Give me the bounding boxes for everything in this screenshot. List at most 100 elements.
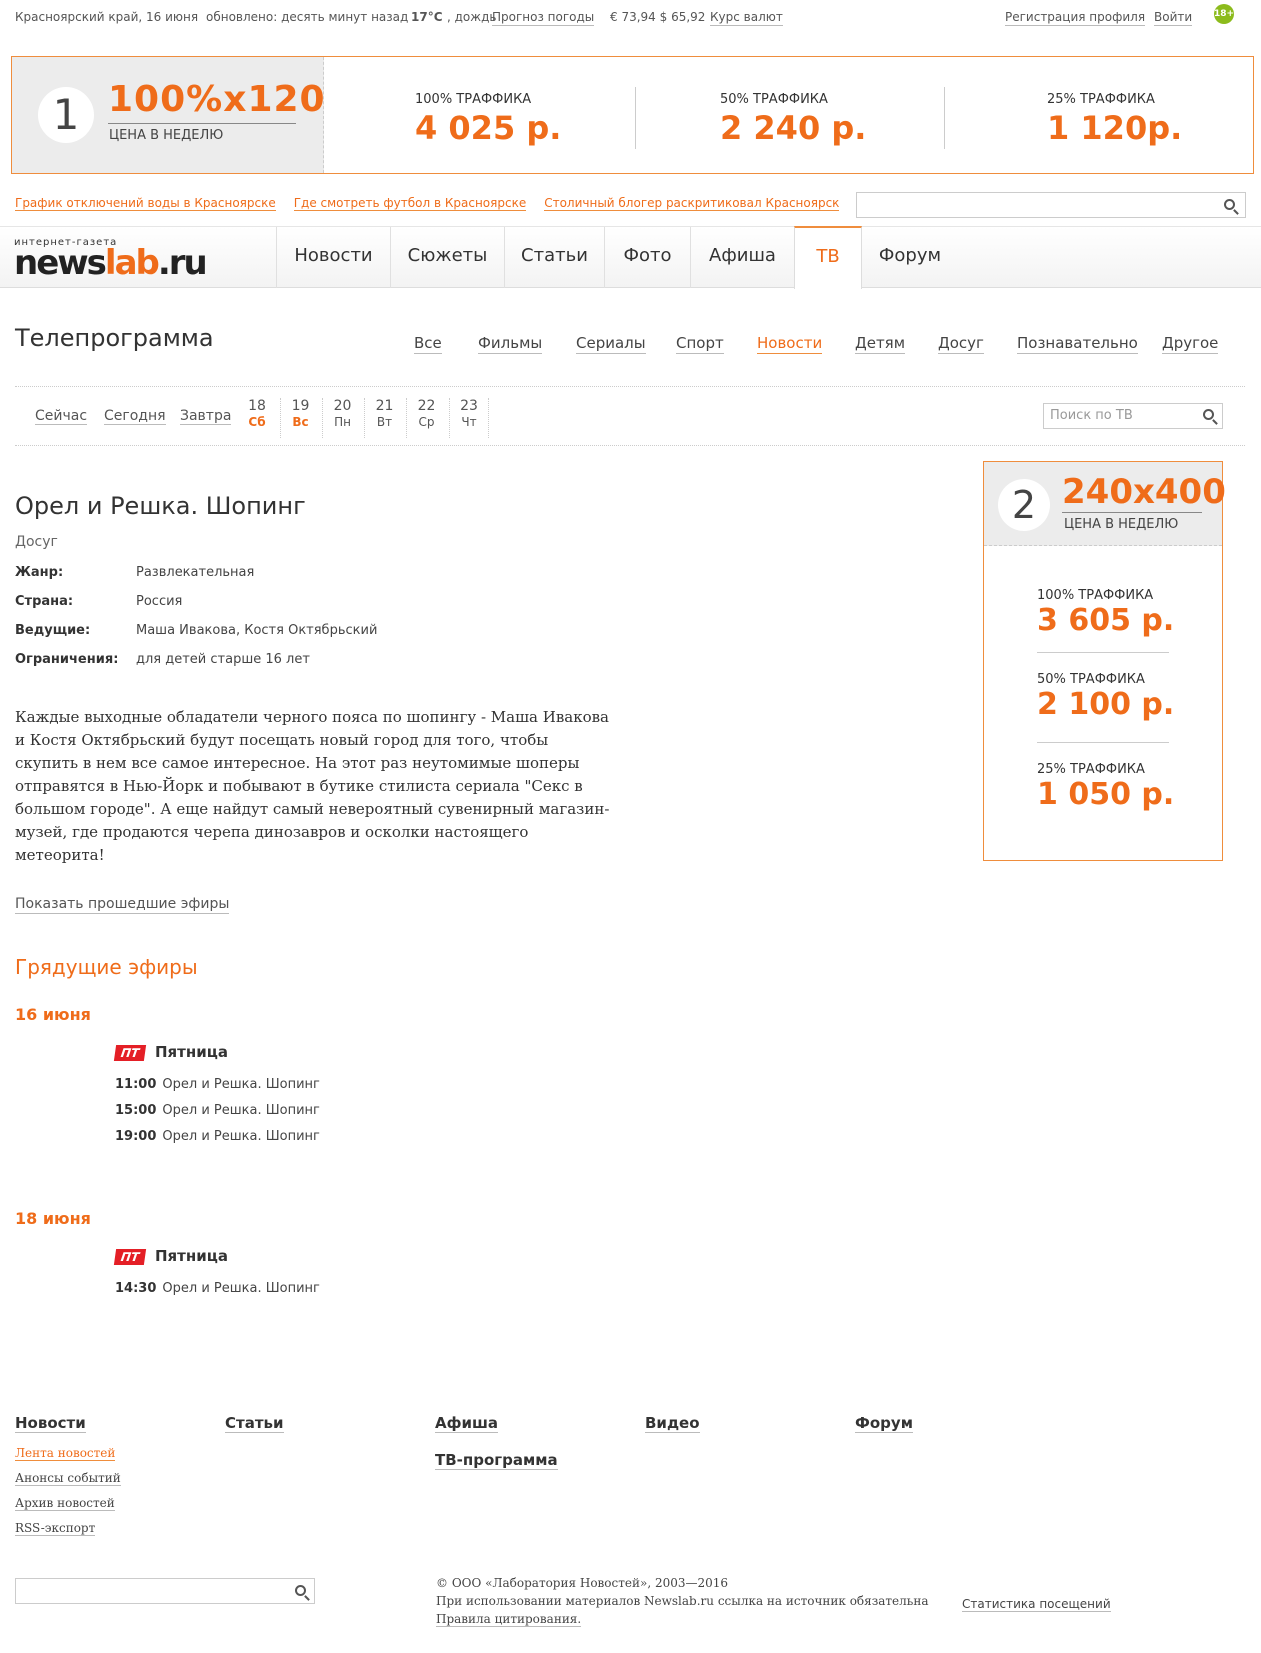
nav-item-articles[interactable]: Статьи <box>504 227 604 288</box>
date-weekday: Вт <box>376 415 393 429</box>
quick-link[interactable]: Где смотреть футбол в Красноярске <box>293 196 527 211</box>
footer-tv-program[interactable]: ТВ-программа <box>435 1451 558 1470</box>
field-genre: Жанр: Развлекательная <box>15 565 254 580</box>
weather-text: , дождь <box>447 10 497 24</box>
airing-row[interactable]: 14:30 Орел и Решка. Шопинг <box>115 1281 320 1296</box>
traffic-price: 1 120р. <box>1047 109 1183 147</box>
footer-articles[interactable]: Статьи <box>225 1414 284 1433</box>
nav-item-tv[interactable]: ТВ <box>794 226 862 289</box>
category-news[interactable]: Новости <box>757 334 823 354</box>
airing-title: Орел и Решка. Шопинг <box>162 1129 320 1144</box>
day-tomorrow[interactable]: Завтра <box>180 408 232 425</box>
date-22[interactable]: 22 Ср <box>406 398 446 438</box>
channel-name[interactable]: Пятница <box>155 1247 228 1265</box>
login-link[interactable]: Войти <box>1154 10 1193 26</box>
category-sport[interactable]: Спорт <box>676 334 724 354</box>
category-kids[interactable]: Детям <box>855 334 906 354</box>
category-other[interactable]: Другое <box>1162 334 1219 354</box>
banner-size-block: 2 240x400 ЦЕНА В НЕДЕЛЮ <box>984 462 1226 546</box>
show-past-link[interactable]: Показать прошедшие эфиры <box>15 896 230 914</box>
logo-news: news <box>14 243 107 283</box>
logo-lab: lab <box>104 243 160 283</box>
site-search-input[interactable] <box>856 192 1246 218</box>
register-link[interactable]: Регистрация профиля <box>1005 10 1146 26</box>
date-day: 19 <box>291 398 310 414</box>
date-weekday: Вс <box>292 415 309 429</box>
divider <box>108 123 296 124</box>
footer-news[interactable]: Новости <box>15 1414 86 1433</box>
nav-item-news[interactable]: Новости <box>276 227 390 288</box>
tv-search-input[interactable]: Поиск по ТВ <box>1043 403 1223 429</box>
day-now[interactable]: Сейчас <box>35 408 88 425</box>
stats-link[interactable]: Статистика посещений <box>962 1597 1111 1612</box>
footer-forum[interactable]: Форум <box>855 1414 913 1433</box>
field-label: Страна: <box>15 594 74 609</box>
airing-row[interactable]: 15:00 Орел и Решка. Шопинг <box>115 1103 320 1118</box>
footer-link-archive[interactable]: Архив новостей <box>15 1496 115 1511</box>
tv-search-placeholder: Поиск по ТВ <box>1050 408 1133 423</box>
date-day: 22 <box>417 398 436 414</box>
airing-title: Орел и Решка. Шопинг <box>162 1281 320 1296</box>
currency-rates: € 73,94 $ 65,92 <box>610 10 706 24</box>
day-today[interactable]: Сегодня <box>104 408 166 425</box>
airing-row[interactable]: 11:00 Орел и Решка. Шопинг <box>115 1077 320 1092</box>
copyright: © ООО «Лаборатория Новостей», 2003—2016 <box>436 1576 729 1590</box>
divider <box>1062 512 1202 513</box>
field-country: Страна: Россия <box>15 594 182 609</box>
category-all[interactable]: Все <box>414 334 442 354</box>
field-value: Россия <box>136 594 183 609</box>
traffic-price: 2 240 р. <box>720 109 867 147</box>
date-18[interactable]: 18 Сб <box>237 398 277 438</box>
quick-link[interactable]: График отключений воды в Красноярске <box>15 196 276 211</box>
ad-banner-side[interactable]: 2 240x400 ЦЕНА В НЕДЕЛЮ 100% ТРАФФИКА 3 … <box>983 461 1226 861</box>
date-20[interactable]: 20 Пн <box>322 398 362 438</box>
search-icon[interactable] <box>295 1585 306 1596</box>
forecast-link[interactable]: Прогноз погоды <box>492 10 595 26</box>
program-description: Каждые выходные обладатели черного пояса… <box>15 708 610 864</box>
category-series[interactable]: Сериалы <box>576 334 646 354</box>
date-23[interactable]: 23 Чт <box>449 398 489 438</box>
footer-link-news-feed[interactable]: Лента новостей <box>15 1446 116 1461</box>
date-19[interactable]: 19 Вс <box>280 398 320 438</box>
quick-link[interactable]: Столичный блогер раскритиковал Красноярс… <box>544 196 840 211</box>
nav-item-forum[interactable]: Форум <box>862 227 958 288</box>
category-films[interactable]: Фильмы <box>478 334 543 354</box>
main-nav: интернет-газета newslab.ru Новости Сюжет… <box>0 226 1261 289</box>
traffic-100: 100% ТРАФФИКА 4 025 р. <box>415 92 561 147</box>
nav-item-afisha[interactable]: Афиша <box>690 227 794 288</box>
price-label: ЦЕНА В НЕДЕЛЮ <box>1064 517 1179 532</box>
nav-item-stories[interactable]: Сюжеты <box>390 227 504 288</box>
footer-link-announcements[interactable]: Анонсы событий <box>15 1471 121 1486</box>
airing-time: 14:30 <box>115 1281 157 1296</box>
category-educational[interactable]: Познавательно <box>1017 334 1138 354</box>
ad-banner-top[interactable]: 1 100%x120 ЦЕНА В НЕДЕЛЮ 100% ТРАФФИКА 4… <box>11 56 1254 174</box>
currency-link[interactable]: Курс валют <box>710 10 783 26</box>
channel-name[interactable]: Пятница <box>155 1043 228 1061</box>
traffic-label: 25% ТРАФФИКА <box>1047 92 1155 107</box>
field-limits: Ограничения: для детей старше 16 лет <box>15 652 310 667</box>
traffic-price: 4 025 р. <box>415 109 562 147</box>
footer-video[interactable]: Видео <box>645 1414 700 1433</box>
search-icon[interactable] <box>1224 199 1235 210</box>
region-date: Красноярский край, 16 июня <box>15 10 199 24</box>
date-weekday: Сб <box>248 415 266 429</box>
date-21[interactable]: 21 Вт <box>364 398 404 438</box>
traffic-50: 50% ТРАФФИКА 2 240 р. <box>720 92 866 147</box>
quick-links: График отключений воды в Красноярске Где … <box>15 196 857 211</box>
traffic-label: 25% ТРАФФИКА <box>1037 762 1145 777</box>
footer-link-rss[interactable]: RSS-экспорт <box>15 1521 96 1536</box>
airing-row[interactable]: 19:00 Орел и Решка. Шопинг <box>115 1129 320 1144</box>
site-logo[interactable]: интернет-газета newslab.ru <box>14 237 208 280</box>
citation-rules-link[interactable]: Правила цитирования. <box>436 1612 582 1627</box>
date-weekday: Чт <box>461 415 477 429</box>
search-icon[interactable] <box>1203 409 1214 420</box>
nav-item-photo[interactable]: Фото <box>604 227 690 288</box>
footer-search-input[interactable] <box>15 1578 315 1604</box>
divider <box>1037 652 1169 653</box>
upcoming-heading: Грядущие эфиры <box>15 955 198 979</box>
divider <box>635 87 636 149</box>
airing-time: 11:00 <box>115 1077 157 1092</box>
footer-afisha[interactable]: Афиша <box>435 1414 499 1433</box>
top-bar: Красноярский край, 16 июня обновлено: де… <box>0 0 1261 36</box>
category-leisure[interactable]: Досуг <box>938 334 984 354</box>
